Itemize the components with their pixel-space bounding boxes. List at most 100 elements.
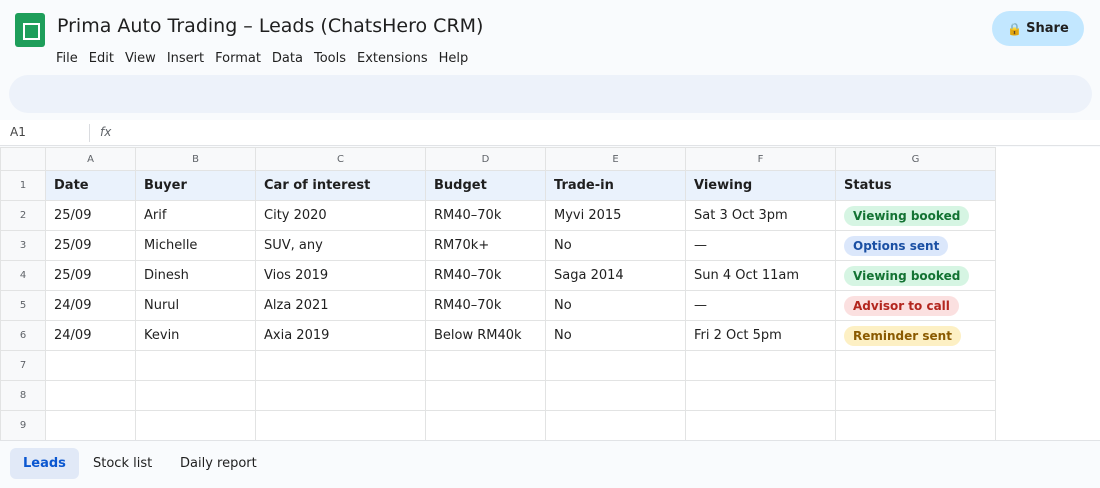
cell-d7[interactable]: [425, 350, 546, 381]
menu-tools[interactable]: Tools: [314, 51, 346, 66]
cell-c2[interactable]: City 2020: [255, 200, 426, 231]
menu-help[interactable]: Help: [439, 51, 469, 66]
cell-a7[interactable]: [45, 350, 136, 381]
cell-b7[interactable]: [135, 350, 256, 381]
cell-a8[interactable]: [45, 380, 136, 411]
cell-g1[interactable]: Status: [835, 170, 996, 201]
cell-e8[interactable]: [545, 380, 686, 411]
cell-d9[interactable]: [425, 410, 546, 440]
cell-a2[interactable]: 25/09: [45, 200, 136, 231]
cell-g9[interactable]: [835, 410, 996, 440]
cell-f9[interactable]: [685, 410, 836, 440]
cell-d1[interactable]: Budget: [425, 170, 546, 201]
sheets-logo-icon[interactable]: [15, 13, 45, 47]
name-box[interactable]: A1: [10, 125, 26, 139]
cell-e7[interactable]: [545, 350, 686, 381]
row-header[interactable]: 5: [0, 290, 46, 321]
cell-f8[interactable]: [685, 380, 836, 411]
cell-c4[interactable]: Vios 2019: [255, 260, 426, 291]
cell-a3[interactable]: 25/09: [45, 230, 136, 261]
column-header-d[interactable]: D: [425, 147, 546, 171]
formula-divider: [89, 124, 90, 142]
cell-f1[interactable]: Viewing: [685, 170, 836, 201]
cell-c8[interactable]: [255, 380, 426, 411]
cell-g6[interactable]: Reminder sent: [835, 320, 996, 351]
tab-stock-list[interactable]: Stock list: [80, 448, 165, 479]
column-header-g[interactable]: G: [835, 147, 996, 171]
select-all-corner[interactable]: [0, 147, 46, 171]
cell-b4[interactable]: Dinesh: [135, 260, 256, 291]
row-header[interactable]: 9: [0, 410, 46, 440]
cell-b2[interactable]: Arif: [135, 200, 256, 231]
cell-d2[interactable]: RM40–70k: [425, 200, 546, 231]
cell-g4[interactable]: Viewing booked: [835, 260, 996, 291]
cell-c7[interactable]: [255, 350, 426, 381]
cell-b1[interactable]: Buyer: [135, 170, 256, 201]
cell-a1[interactable]: Date: [45, 170, 136, 201]
cell-d5[interactable]: RM40–70k: [425, 290, 546, 321]
cell-a4[interactable]: 25/09: [45, 260, 136, 291]
menu-data[interactable]: Data: [272, 51, 303, 66]
cell-g2[interactable]: Viewing booked: [835, 200, 996, 231]
menu-file[interactable]: File: [56, 51, 78, 66]
cell-b8[interactable]: [135, 380, 256, 411]
cell-c6[interactable]: Axia 2019: [255, 320, 426, 351]
menu-edit[interactable]: Edit: [89, 51, 114, 66]
cell-e5[interactable]: No: [545, 290, 686, 321]
cell-g8[interactable]: [835, 380, 996, 411]
cell-f2[interactable]: Sat 3 Oct 3pm: [685, 200, 836, 231]
column-header-f[interactable]: F: [685, 147, 836, 171]
cell-e6[interactable]: No: [545, 320, 686, 351]
cell-b3[interactable]: Michelle: [135, 230, 256, 261]
cell-d4[interactable]: RM40–70k: [425, 260, 546, 291]
fx-icon: fx: [100, 125, 112, 139]
cell-b6[interactable]: Kevin: [135, 320, 256, 351]
table-row: 3 25/09 Michelle SUV, any RM70k+ No — Options s…: [0, 230, 996, 261]
cell-g5[interactable]: Advisor to call: [835, 290, 996, 321]
row-header[interactable]: 7: [0, 350, 46, 381]
column-header-e[interactable]: E: [545, 147, 686, 171]
cell-e9[interactable]: [545, 410, 686, 440]
toolbar[interactable]: [9, 75, 1092, 113]
cell-a6[interactable]: 24/09: [45, 320, 136, 351]
share-button[interactable]: 🔒 Share: [992, 11, 1084, 46]
cell-g3[interactable]: Options sent: [835, 230, 996, 261]
cell-e4[interactable]: Saga 2014: [545, 260, 686, 291]
cell-c3[interactable]: SUV, any: [255, 230, 426, 261]
row-header[interactable]: 1: [0, 170, 46, 201]
cell-a5[interactable]: 24/09: [45, 290, 136, 321]
row-header[interactable]: 4: [0, 260, 46, 291]
cell-f5[interactable]: —: [685, 290, 836, 321]
column-header-a[interactable]: A: [45, 147, 136, 171]
column-header-c[interactable]: C: [255, 147, 426, 171]
cell-d8[interactable]: [425, 380, 546, 411]
menu-format[interactable]: Format: [215, 51, 261, 66]
tab-daily-report[interactable]: Daily report: [167, 448, 270, 479]
cell-f3[interactable]: —: [685, 230, 836, 261]
cell-c1[interactable]: Car of interest: [255, 170, 426, 201]
cell-e1[interactable]: Trade-in: [545, 170, 686, 201]
cell-e3[interactable]: No: [545, 230, 686, 261]
cell-f4[interactable]: Sun 4 Oct 11am: [685, 260, 836, 291]
menu-extensions[interactable]: Extensions: [357, 51, 428, 66]
row-header[interactable]: 8: [0, 380, 46, 411]
cell-f7[interactable]: [685, 350, 836, 381]
row-header[interactable]: 6: [0, 320, 46, 351]
menu-insert[interactable]: Insert: [167, 51, 204, 66]
cell-c5[interactable]: Alza 2021: [255, 290, 426, 321]
column-header-b[interactable]: B: [135, 147, 256, 171]
cell-e2[interactable]: Myvi 2015: [545, 200, 686, 231]
cell-a9[interactable]: [45, 410, 136, 440]
cell-f6[interactable]: Fri 2 Oct 5pm: [685, 320, 836, 351]
row-header[interactable]: 2: [0, 200, 46, 231]
cell-d6[interactable]: Below RM40k: [425, 320, 546, 351]
cell-b9[interactable]: [135, 410, 256, 440]
cell-d3[interactable]: RM70k+: [425, 230, 546, 261]
row-header[interactable]: 3: [0, 230, 46, 261]
cell-g7[interactable]: [835, 350, 996, 381]
menu-view[interactable]: View: [125, 51, 156, 66]
cell-c9[interactable]: [255, 410, 426, 440]
cell-b5[interactable]: Nurul: [135, 290, 256, 321]
document-title[interactable]: Prima Auto Trading – Leads (ChatsHero CR…: [57, 15, 483, 37]
tab-leads[interactable]: Leads: [10, 448, 79, 479]
